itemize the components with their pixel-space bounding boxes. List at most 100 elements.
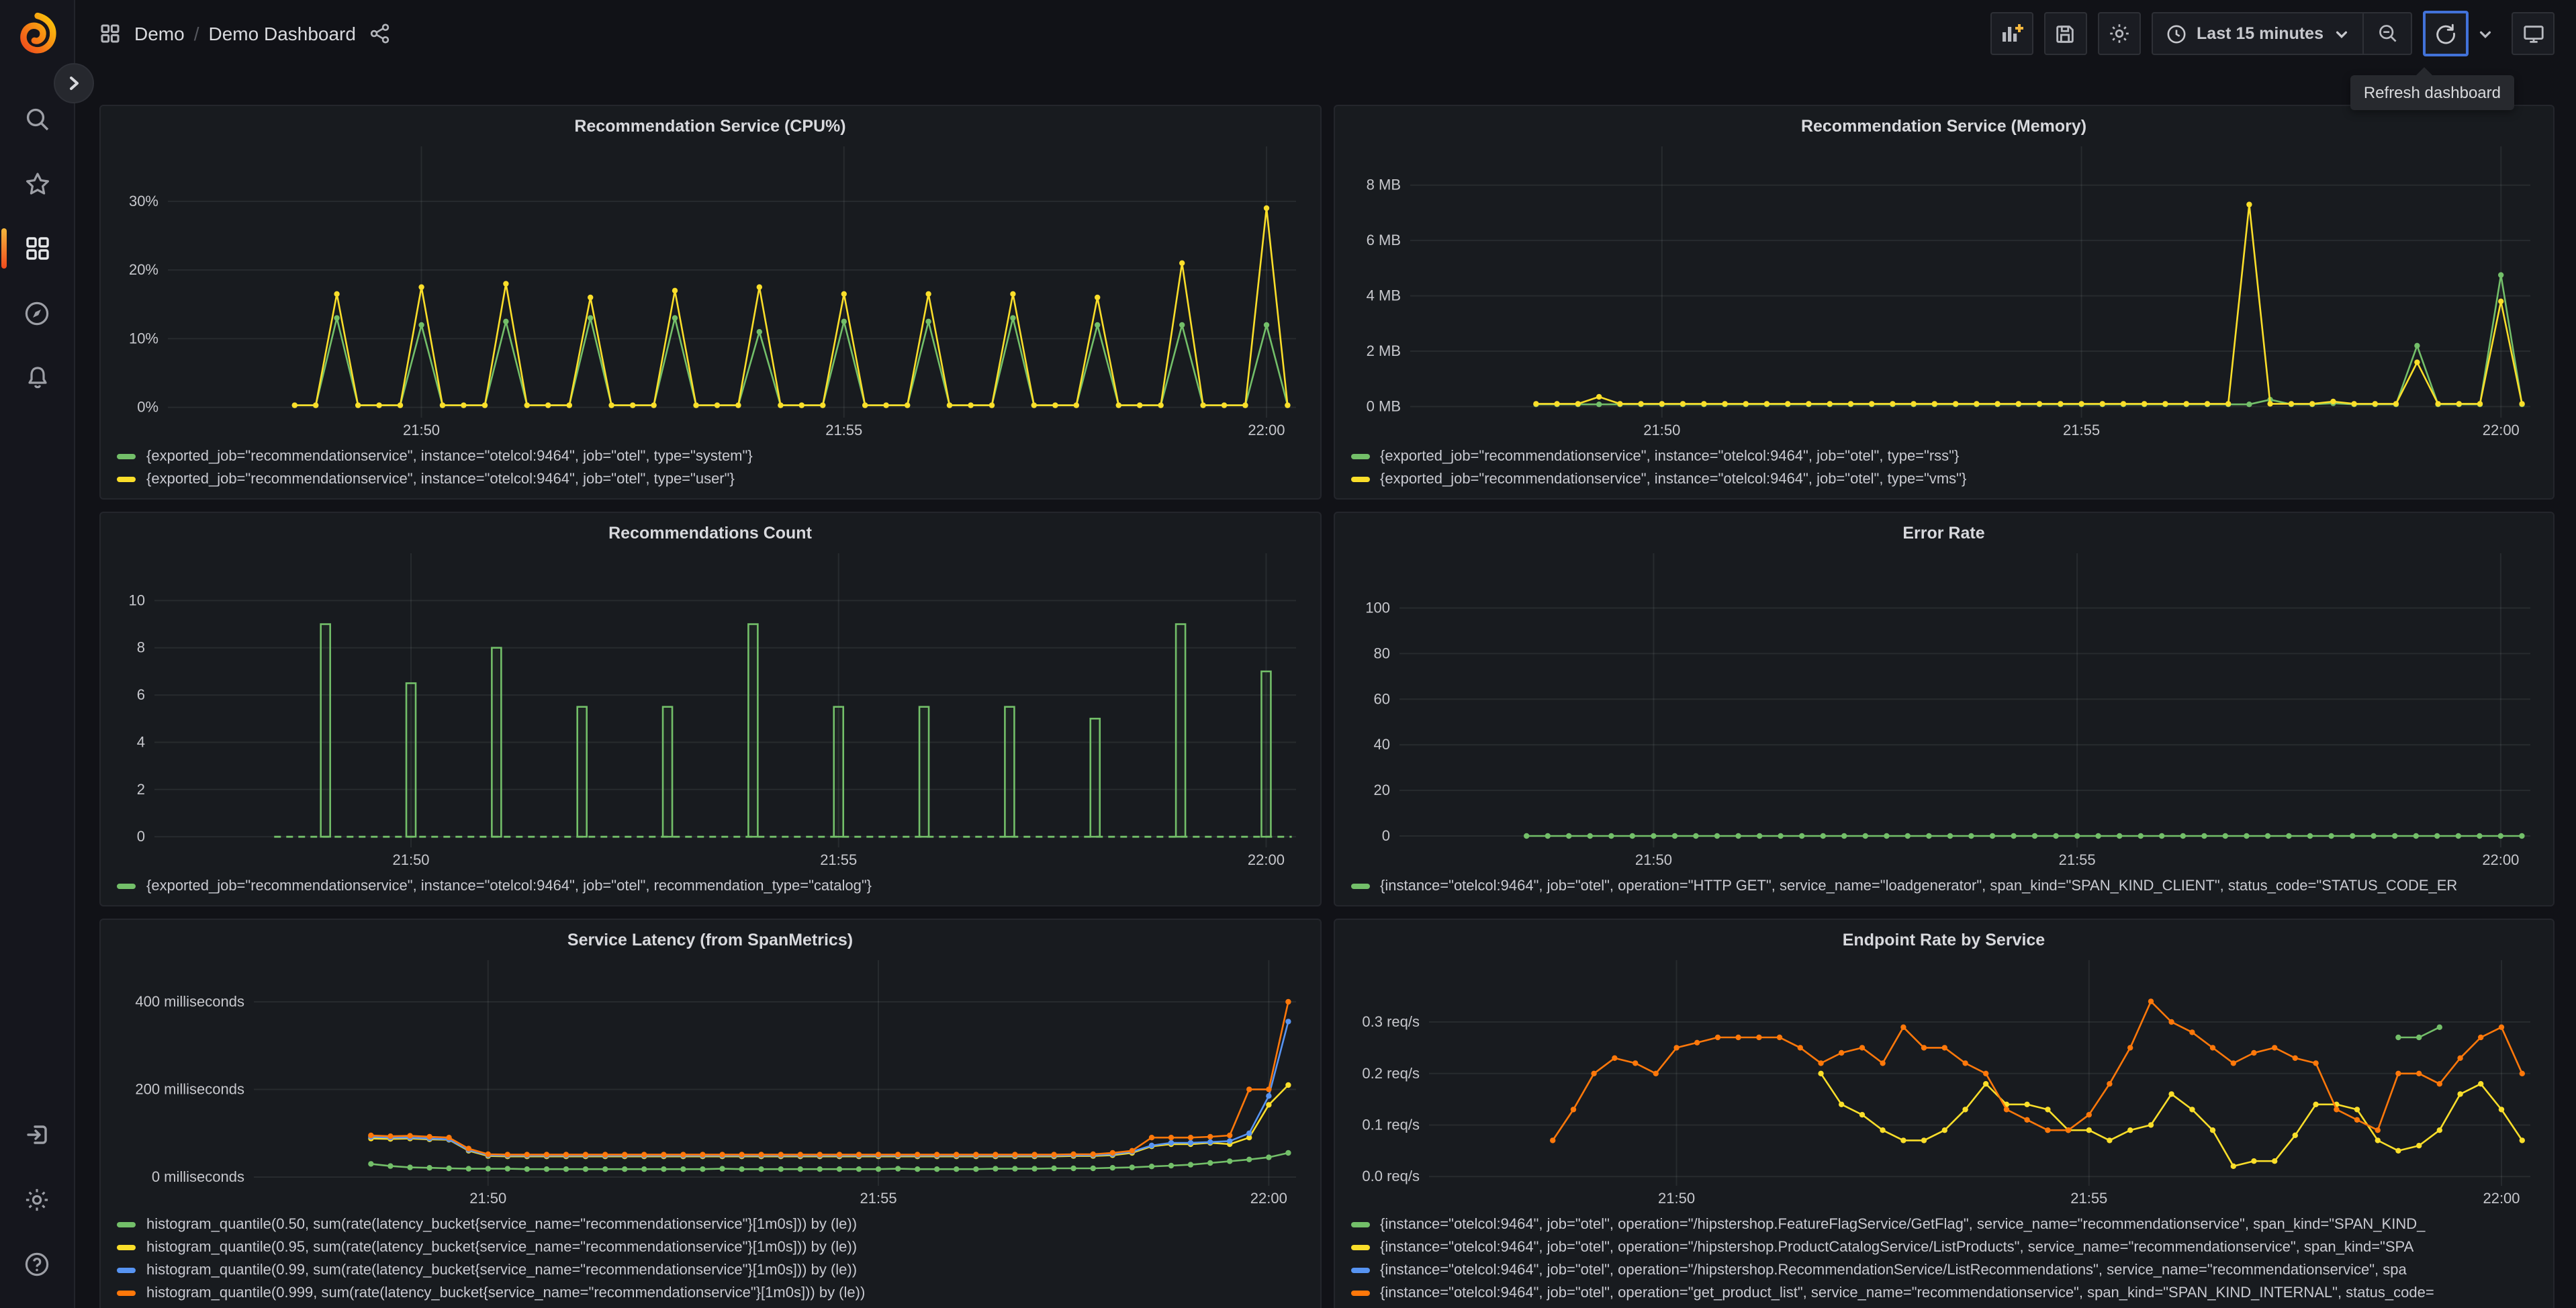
legend-item[interactable]: {exported_job="recommendationservice", i… [1350, 445, 2537, 467]
save-dashboard-button[interactable] [2043, 12, 2087, 55]
refresh-interval-dropdown[interactable] [2469, 12, 2501, 55]
sidebar-expand-button[interactable] [54, 63, 94, 103]
svg-text:60: 60 [1373, 690, 1389, 707]
chevron-down-icon [2479, 30, 2491, 38]
legend-item[interactable]: histogram_quantile(0.999, sum(rate(laten… [117, 1281, 1303, 1304]
svg-text:21:55: 21:55 [825, 422, 862, 438]
main-area: Demo / Demo Dashboard Last 15 minutes Re… [75, 0, 2576, 1308]
zoom-out-time-button[interactable] [2362, 13, 2411, 54]
legend-swatch [117, 1221, 136, 1227]
refresh-dashboard-button[interactable] [2423, 11, 2469, 56]
latency-chart[interactable]: 0 milliseconds 200 milliseconds 400 millis… [114, 952, 1306, 1210]
add-panel-icon [2002, 24, 2023, 42]
panel-recommendation-cpu: Recommendation Service (CPU%) 0% 10% 20% 30… [99, 105, 1321, 500]
legend-label: {instance="otelcol:9464", job="otel", op… [1380, 1239, 2414, 1255]
latency-legend: histogram_quantile(0.50, sum(rate(latenc… [114, 1210, 1306, 1304]
legend-item[interactable]: {instance="otelcol:9464", job="otel", op… [1350, 874, 2537, 897]
panel-title[interactable]: Error Rate [1348, 520, 2540, 545]
panel-title[interactable]: Endpoint Rate by Service [1348, 927, 2540, 952]
legend-item[interactable]: {exported_job="recommendationservice", i… [117, 874, 1303, 897]
legend-item[interactable]: histogram_quantile(0.99, sum(rate(latenc… [117, 1258, 1303, 1281]
svg-text:10%: 10% [129, 330, 158, 346]
add-panel-button[interactable] [1990, 12, 2033, 55]
legend-item[interactable]: {instance="otelcol:9464", job="otel", op… [1350, 1213, 2537, 1235]
alerting-bell-icon [28, 367, 46, 389]
legend-item[interactable]: {instance="otelcol:9464", job="otel", op… [1350, 1281, 2537, 1304]
zoom-out-icon [2379, 25, 2396, 42]
legend-swatch [1350, 476, 1369, 481]
svg-text:21:55: 21:55 [820, 851, 857, 868]
panel-title[interactable]: Service Latency (from SpanMetrics) [114, 927, 1306, 952]
search-icon [26, 108, 48, 131]
time-range-button[interactable]: Last 15 minutes [2152, 13, 2362, 54]
svg-text:21:55: 21:55 [2062, 422, 2099, 438]
svg-text:6: 6 [137, 686, 145, 703]
cpu-chart[interactable]: 0% 10% 20% 30% 21:50 21:55 22:00 [114, 138, 1306, 442]
svg-text:21:55: 21:55 [2058, 851, 2095, 868]
svg-text:100: 100 [1365, 599, 1389, 616]
sidebar-item-dashboards[interactable] [1, 223, 64, 274]
legend-label: {instance="otelcol:9464", job="otel", op… [1380, 878, 2458, 894]
legend-label: {exported_job="recommendationservice", i… [146, 471, 735, 487]
sidebar-item-explore[interactable] [10, 287, 64, 338]
breadcrumb-section[interactable]: Demo [134, 23, 185, 44]
star-icon [26, 173, 48, 195]
legend-swatch [117, 1267, 136, 1272]
svg-text:200 milliseconds: 200 milliseconds [135, 1080, 244, 1097]
breadcrumb-dashboard[interactable]: Demo Dashboard [209, 23, 356, 44]
grafana-logo[interactable] [14, 11, 60, 56]
panel-title[interactable]: Recommendations Count [114, 520, 1306, 545]
legend-swatch [1350, 1290, 1369, 1295]
legend-swatch [1350, 1267, 1369, 1272]
panel-error-rate: Error Rate 0 20 40 60 80 100 21:50 21:55 22:00 {… [1333, 512, 2555, 906]
sidebar-item-help[interactable] [10, 1238, 64, 1289]
svg-text:0.3 req/s: 0.3 req/s [1361, 1013, 1419, 1030]
legend-label: {instance="otelcol:9464", job="otel", op… [1380, 1284, 2434, 1301]
dashboard-settings-button[interactable] [2097, 12, 2141, 55]
svg-text:21:50: 21:50 [392, 851, 429, 868]
svg-text:21:50: 21:50 [403, 422, 440, 438]
sidebar-item-starred[interactable] [10, 158, 64, 209]
svg-text:80: 80 [1373, 645, 1389, 661]
legend-item[interactable]: {instance="otelcol:9464", job="otel", op… [1350, 1235, 2537, 1258]
settings-gear-icon [26, 1188, 48, 1211]
panel-recommendations-count: Recommendations Count 0 2 4 6 8 10 21:50 21:55 2… [99, 512, 1321, 906]
panel-title[interactable]: Recommendation Service (CPU%) [114, 113, 1306, 138]
memory-chart[interactable]: 0 MB 2 MB 4 MB 6 MB 8 MB 21:50 21:55 22:00 [1348, 138, 2540, 442]
panel-recommendation-memory: Recommendation Service (Memory) 0 MB 2 MB… [1333, 105, 2555, 500]
legend-item[interactable]: {exported_job="recommendationservice", i… [117, 445, 1303, 467]
share-dashboard-button[interactable] [369, 23, 391, 44]
svg-text:10: 10 [129, 592, 145, 608]
error-rate-legend: {instance="otelcol:9464", job="otel", op… [1348, 872, 2540, 897]
sign-in-icon [26, 1125, 46, 1144]
legend-item[interactable]: {exported_job="recommendationservice", i… [117, 467, 1303, 490]
sidebar-item-alerting[interactable] [10, 352, 64, 403]
kiosk-mode-button[interactable] [2512, 12, 2555, 55]
svg-text:22:00: 22:00 [2482, 1190, 2519, 1207]
endpoint-rate-chart[interactable]: 0.0 req/s 0.1 req/s 0.2 req/s 0.3 req/s 21:5… [1348, 952, 2540, 1210]
legend-item[interactable]: {exported_job="recommendationservice", i… [1350, 467, 2537, 490]
svg-text:20: 20 [1373, 782, 1389, 798]
save-icon [2056, 25, 2074, 42]
panel-title[interactable]: Recommendation Service (Memory) [1348, 113, 2540, 138]
error-rate-chart[interactable]: 0 20 40 60 80 100 21:50 21:55 22:00 [1348, 545, 2540, 872]
svg-text:21:55: 21:55 [860, 1190, 897, 1207]
count-chart[interactable]: 0 2 4 6 8 10 21:50 21:55 22:00 [114, 545, 1306, 872]
help-icon [25, 1252, 49, 1276]
refresh-group [2423, 11, 2501, 56]
grafana-app: Demo / Demo Dashboard Last 15 minutes Re… [0, 0, 2576, 1308]
svg-text:21:50: 21:50 [469, 1190, 506, 1207]
sidebar-item-admin[interactable] [10, 1174, 64, 1225]
svg-text:22:00: 22:00 [1248, 851, 1285, 868]
legend-item[interactable]: histogram_quantile(0.95, sum(rate(latenc… [117, 1235, 1303, 1258]
legend-swatch [1350, 1221, 1369, 1227]
legend-item[interactable]: {instance="otelcol:9464", job="otel", op… [1350, 1258, 2537, 1281]
legend-swatch [1350, 453, 1369, 459]
clock-icon [2166, 24, 2185, 43]
legend-item[interactable]: histogram_quantile(0.50, sum(rate(latenc… [117, 1213, 1303, 1235]
memory-legend: {exported_job="recommendationservice", i… [1348, 442, 2540, 490]
sidebar-item-search[interactable] [10, 94, 64, 145]
svg-text:0 MB: 0 MB [1366, 398, 1400, 415]
sidebar [0, 0, 75, 1308]
sidebar-item-sign-in[interactable] [10, 1109, 64, 1160]
